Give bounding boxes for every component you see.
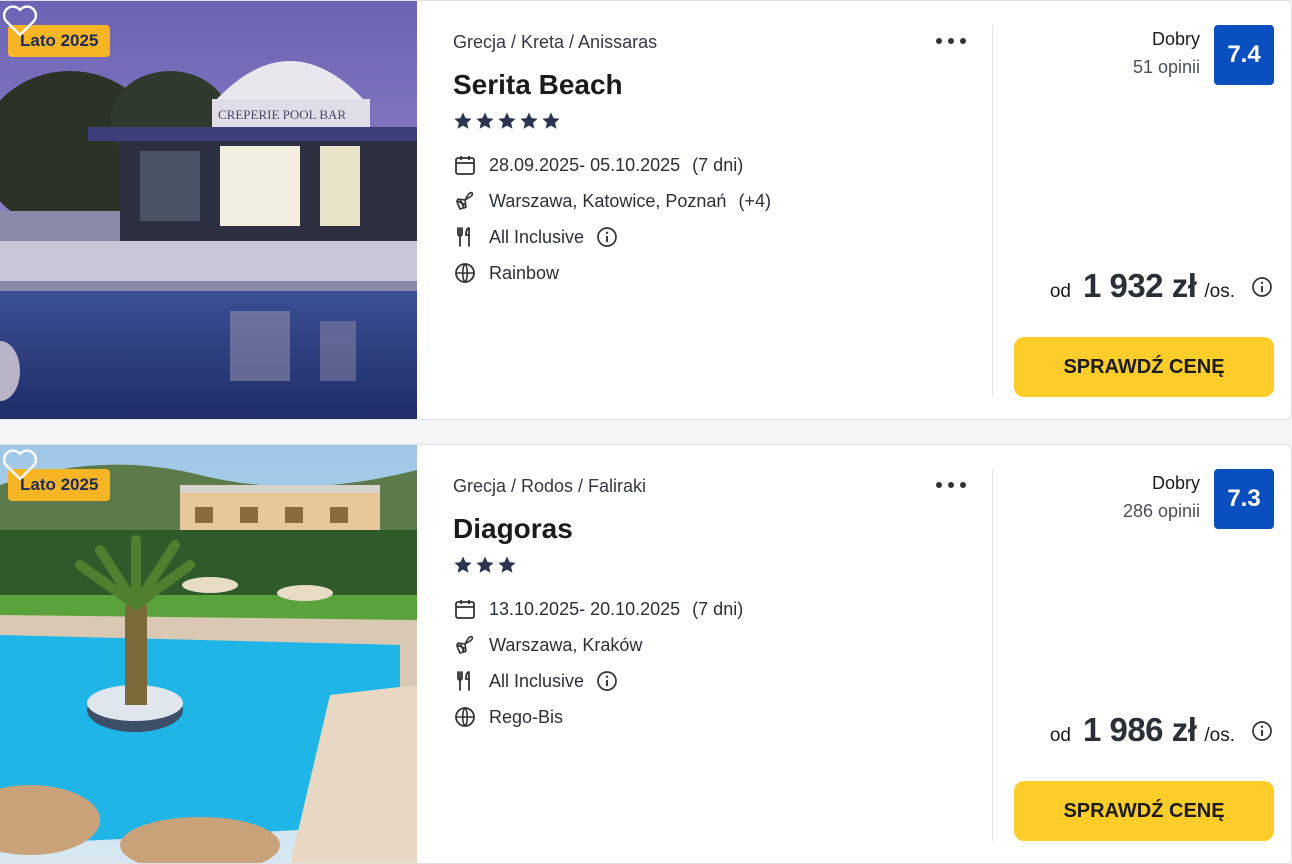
airplane-icon bbox=[456, 191, 474, 210]
rating-label: Dobry bbox=[1151, 473, 1200, 493]
check-price-button[interactable]: SPRAWDŹ CENĘ bbox=[1014, 337, 1274, 397]
rating-score-badge: 7.4 bbox=[1214, 25, 1274, 85]
divider bbox=[992, 469, 993, 841]
travel-dates: 13.10.2025- 20.10.2025 bbox=[489, 598, 681, 619]
offer-card[interactable]: CREPERIE POOL BAR Lato 2025 Grecja / Kre… bbox=[0, 0, 1292, 420]
globe-icon bbox=[455, 263, 475, 283]
calendar-icon bbox=[455, 156, 475, 175]
hotel-photo[interactable]: CREPERIE POOL BAR Lato 2025 bbox=[0, 1, 417, 419]
hotel-photo-pool bbox=[0, 445, 417, 863]
tour-operator: Rego-Bis bbox=[489, 706, 564, 727]
offer-card[interactable]: Lato 2025 Grecja / Rodos / Faliraki Diag… bbox=[0, 444, 1292, 864]
cutlery-icon bbox=[457, 671, 470, 691]
dates-row: 13.10.2025- 20.10.2025 (7 dni) bbox=[453, 597, 743, 621]
board-type: All Inclusive bbox=[489, 670, 585, 691]
price-suffix: /os. bbox=[1204, 725, 1235, 746]
trip-duration: (7 dni) bbox=[692, 598, 744, 619]
more-departures[interactable]: (+4) bbox=[738, 191, 771, 212]
price-suffix: /os. bbox=[1204, 281, 1235, 302]
trip-duration: (7 dni) bbox=[692, 154, 744, 175]
star-icon bbox=[520, 112, 538, 129]
info-icon[interactable] bbox=[596, 670, 618, 692]
offer-details: Grecja / Rodos / Faliraki Diagoras 13.10… bbox=[453, 445, 983, 863]
info-icon[interactable] bbox=[596, 226, 618, 248]
star-icon bbox=[542, 112, 560, 129]
hotel-name[interactable]: Diagoras bbox=[453, 513, 573, 545]
departures-row: Warszawa, Katowice, Poznań (+4) bbox=[453, 189, 771, 213]
star-icon bbox=[476, 112, 494, 129]
rating-label: Dobry bbox=[1151, 29, 1200, 49]
star-rating bbox=[453, 111, 561, 131]
hotel-name[interactable]: Serita Beach bbox=[453, 69, 623, 101]
star-icon bbox=[454, 556, 472, 573]
price-amount: 1 986 zł bbox=[1082, 711, 1197, 748]
departures-row: Warszawa, Kraków bbox=[453, 633, 642, 657]
more-options-icon[interactable] bbox=[933, 29, 969, 53]
globe-icon bbox=[455, 707, 475, 727]
review-count[interactable]: 51 opinii bbox=[1133, 57, 1200, 78]
price-info-icon[interactable] bbox=[1251, 720, 1273, 742]
price-prefix: od bbox=[1049, 725, 1071, 746]
dates-row: 28.09.2025- 05.10.2025 (7 dni) bbox=[453, 153, 743, 177]
price-block: od 1 986 zł /os. bbox=[1050, 711, 1273, 751]
star-icon bbox=[454, 112, 472, 129]
star-icon bbox=[498, 556, 516, 573]
hotel-photo-pool-bar: CREPERIE POOL BAR bbox=[0, 1, 417, 419]
board-type: All Inclusive bbox=[489, 226, 585, 247]
operator-row: Rego-Bis bbox=[453, 705, 563, 729]
airplane-icon bbox=[456, 635, 474, 654]
star-icon bbox=[476, 556, 494, 573]
price-block: od 1 932 zł /os. bbox=[1050, 267, 1273, 307]
offer-details: Grecja / Kreta / Anissaras Serita Beach … bbox=[453, 1, 983, 419]
check-price-button[interactable]: SPRAWDŹ CENĘ bbox=[1014, 781, 1274, 841]
hotel-photo[interactable]: Lato 2025 bbox=[0, 445, 417, 863]
review-count[interactable]: 286 opinii bbox=[1123, 501, 1200, 522]
divider bbox=[992, 25, 993, 397]
departure-cities: Warszawa, Katowice, Poznań bbox=[489, 190, 727, 211]
price-amount: 1 932 zł bbox=[1082, 267, 1197, 304]
price-info-icon[interactable] bbox=[1251, 276, 1273, 298]
more-options-icon[interactable] bbox=[933, 473, 969, 497]
tour-operator: Rainbow bbox=[489, 262, 560, 283]
board-row: All Inclusive bbox=[453, 669, 618, 693]
heart-icon[interactable] bbox=[0, 445, 40, 485]
star-rating bbox=[453, 555, 517, 575]
location-breadcrumb[interactable]: Grecja / Kreta / Anissaras bbox=[453, 32, 657, 53]
heart-icon[interactable] bbox=[0, 1, 40, 41]
star-icon bbox=[498, 112, 516, 129]
price-prefix: od bbox=[1049, 281, 1071, 302]
operator-row: Rainbow bbox=[453, 261, 559, 285]
cutlery-icon bbox=[457, 227, 470, 247]
board-row: All Inclusive bbox=[453, 225, 618, 249]
photo-sign: CREPERIE POOL BAR bbox=[218, 107, 346, 122]
rating-score-badge: 7.3 bbox=[1214, 469, 1274, 529]
travel-dates: 28.09.2025- 05.10.2025 bbox=[489, 154, 681, 175]
departure-cities: Warszawa, Kraków bbox=[489, 634, 643, 655]
calendar-icon bbox=[455, 600, 475, 619]
location-breadcrumb[interactable]: Grecja / Rodos / Faliraki bbox=[453, 476, 646, 497]
